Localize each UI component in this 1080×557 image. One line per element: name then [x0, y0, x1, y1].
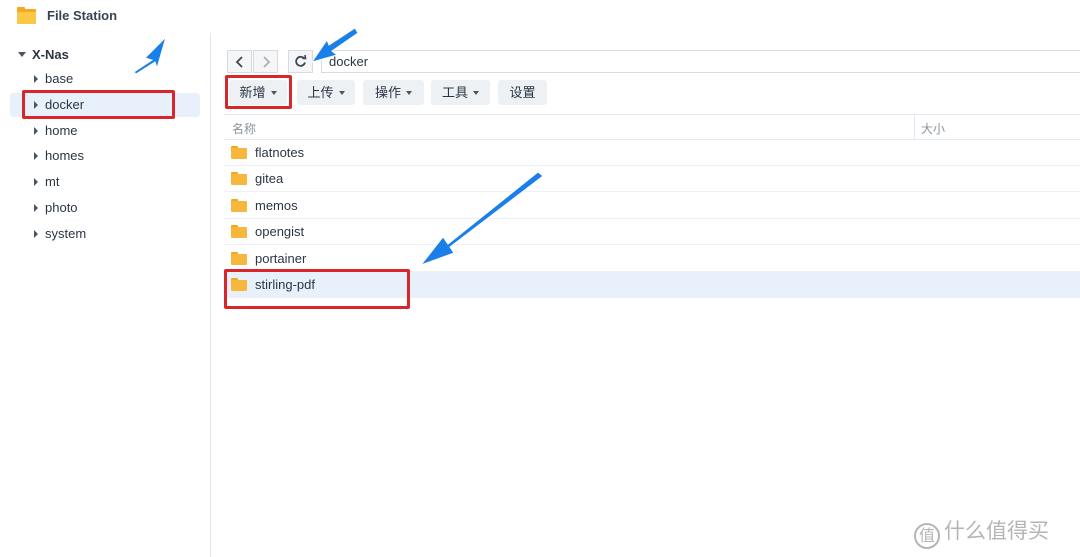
dropdown-icon: [338, 91, 345, 95]
sidebar-item-label: system: [45, 226, 87, 241]
dropdown-icon: [473, 91, 479, 95]
sidebar-item-label: mt: [45, 174, 60, 189]
file-name: portainer: [255, 251, 307, 266]
action-button-label: 操作: [374, 85, 401, 100]
highlight-box-stirling-pdf: [224, 269, 410, 309]
caret-right-icon[interactable]: [34, 178, 38, 186]
highlight-box-docker: [22, 90, 175, 119]
chevron-right-icon: [262, 55, 270, 68]
watermark-logo-icon: 值: [914, 523, 940, 549]
upload-button[interactable]: 上传: [297, 80, 355, 105]
folder-icon: [17, 7, 36, 24]
caret-right-icon[interactable]: [34, 230, 38, 238]
sidebar-item-photo[interactable]: photo: [10, 196, 200, 220]
highlight-box-new-button: [225, 75, 292, 109]
table-row[interactable]: memos: [224, 193, 1080, 219]
file-name: gitea: [255, 171, 284, 186]
path-input[interactable]: docker: [321, 50, 1080, 73]
settings-button-label: 设置: [509, 85, 536, 100]
folder-icon: [231, 146, 247, 159]
refresh-icon: [295, 55, 307, 67]
tools-button-label: 工具: [441, 85, 468, 100]
watermark: 值什么值得买: [914, 515, 1049, 549]
column-size-header[interactable]: 大小: [921, 120, 945, 137]
caret-right-icon[interactable]: [34, 127, 38, 135]
dropdown-icon: [406, 91, 412, 95]
sidebar-item-label: homes: [45, 148, 85, 163]
title-bar: File Station: [0, 0, 1080, 33]
forward-button[interactable]: [253, 50, 278, 73]
file-name: opengist: [255, 224, 305, 239]
sidebar-item-label: base: [45, 71, 74, 86]
table-row[interactable]: flatnotes: [224, 140, 1080, 166]
folder-icon: [231, 172, 247, 185]
folder-icon: [231, 225, 247, 238]
refresh-button[interactable]: [288, 50, 313, 73]
tools-button[interactable]: 工具: [431, 80, 490, 105]
action-button[interactable]: 操作: [363, 80, 424, 105]
sidebar-item-label: home: [45, 123, 78, 138]
sidebar-item-system[interactable]: system: [10, 222, 200, 246]
sidebar-root-x-nas[interactable]: X-Nas: [18, 47, 69, 62]
caret-down-icon: [18, 52, 26, 57]
caret-right-icon[interactable]: [34, 75, 38, 83]
caret-right-icon[interactable]: [34, 152, 38, 160]
back-button[interactable]: [227, 50, 252, 73]
upload-button-label: 上传: [307, 85, 334, 100]
column-name-header[interactable]: 名称: [232, 120, 256, 137]
sidebar-item-homes[interactable]: homes: [10, 144, 200, 168]
table-header: 名称 大小: [224, 114, 1080, 140]
sidebar-root-label: X-Nas: [32, 47, 69, 62]
app-title: File Station: [47, 8, 118, 23]
column-divider[interactable]: [914, 115, 915, 139]
table-row[interactable]: opengist: [224, 219, 1080, 245]
table-row[interactable]: gitea: [224, 166, 1080, 192]
caret-right-icon[interactable]: [34, 204, 38, 212]
file-name: flatnotes: [255, 145, 305, 160]
chevron-left-icon: [235, 55, 243, 68]
sidebar-item-label: photo: [45, 200, 78, 215]
sidebar-item-home[interactable]: home: [10, 119, 200, 143]
folder-icon: [231, 252, 247, 265]
sidebar-item-base[interactable]: base: [10, 67, 200, 91]
watermark-text: 什么值得买: [944, 519, 1049, 543]
folder-icon: [231, 199, 247, 212]
sidebar-item-mt[interactable]: mt: [10, 170, 200, 194]
file-name: memos: [255, 198, 298, 213]
settings-button[interactable]: 设置: [498, 80, 547, 105]
